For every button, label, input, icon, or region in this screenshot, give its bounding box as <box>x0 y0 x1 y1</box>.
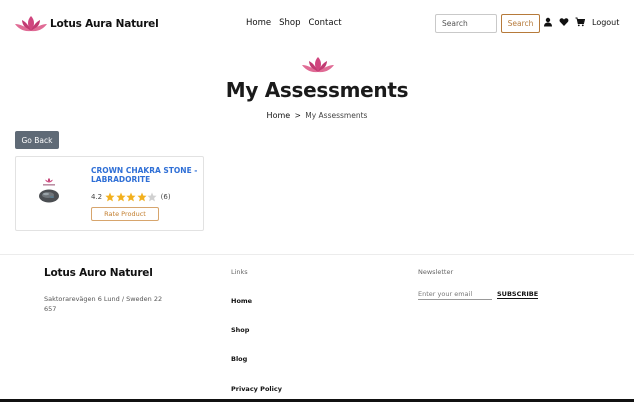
go-back-button[interactable]: Go Back <box>15 131 59 149</box>
search-button[interactable]: Search <box>501 14 540 33</box>
lotus-icon <box>302 57 334 73</box>
rate-product-button[interactable]: Rate Product <box>91 207 159 221</box>
footer-links-title: Links <box>231 268 248 276</box>
search-input[interactable] <box>435 14 497 33</box>
rating-score: 4.2 <box>91 193 103 201</box>
nav-home[interactable]: Home <box>246 18 271 28</box>
rating-stars <box>105 192 158 202</box>
main-nav: Home Shop Contact <box>246 18 342 28</box>
footer-link-home[interactable]: Home <box>231 297 252 305</box>
cart-icon[interactable] <box>575 17 585 27</box>
star-icon <box>137 192 147 202</box>
nav-shop[interactable]: Shop <box>279 18 300 28</box>
heart-icon[interactable] <box>559 17 569 27</box>
user-icon[interactable] <box>543 17 553 27</box>
product-card: CROWN CHAKRA STONE - LABRADORITE 4.2 (6)… <box>15 156 204 231</box>
footer-link-blog[interactable]: Blog <box>231 355 247 363</box>
subscribe-button[interactable]: SUBSCRIBE <box>497 290 539 299</box>
site-header: Lotus Aura Naturel Home Shop Contact Sea… <box>0 0 634 48</box>
brand-logo[interactable]: Lotus Aura Naturel <box>14 14 159 34</box>
footer-link-shop[interactable]: Shop <box>231 326 249 334</box>
product-rating: 4.2 (6) <box>91 192 171 202</box>
logout-link[interactable]: Logout <box>592 18 619 27</box>
lotus-logo-icon <box>15 16 47 32</box>
footer-address: Saktorarevägen 6 Lund / Sweden 22 657 <box>44 295 163 313</box>
breadcrumb-separator: > <box>294 111 301 120</box>
star-icon <box>105 192 115 202</box>
footer-divider <box>0 254 634 255</box>
breadcrumb: Home > My Assessments <box>0 111 634 120</box>
breadcrumb-home[interactable]: Home <box>267 111 291 120</box>
brand-name: Lotus Aura Naturel <box>50 18 159 30</box>
footer-link-privacy-policy[interactable]: Privacy Policy <box>231 385 282 393</box>
product-image[interactable] <box>38 177 60 205</box>
footer-brand: Lotus Auro Naturel <box>44 267 153 279</box>
page-title: My Assessments <box>225 78 409 102</box>
newsletter-title: Newsletter <box>418 268 454 276</box>
product-name[interactable]: CROWN CHAKRA STONE - LABRADORITE <box>91 166 199 184</box>
review-count: (6) <box>160 193 171 201</box>
star-icon <box>116 192 126 202</box>
star-icon <box>126 192 136 202</box>
breadcrumb-current: My Assessments <box>305 111 368 120</box>
nav-contact[interactable]: Contact <box>309 18 342 28</box>
newsletter-email-input[interactable] <box>418 288 492 300</box>
star-icon <box>147 192 157 202</box>
